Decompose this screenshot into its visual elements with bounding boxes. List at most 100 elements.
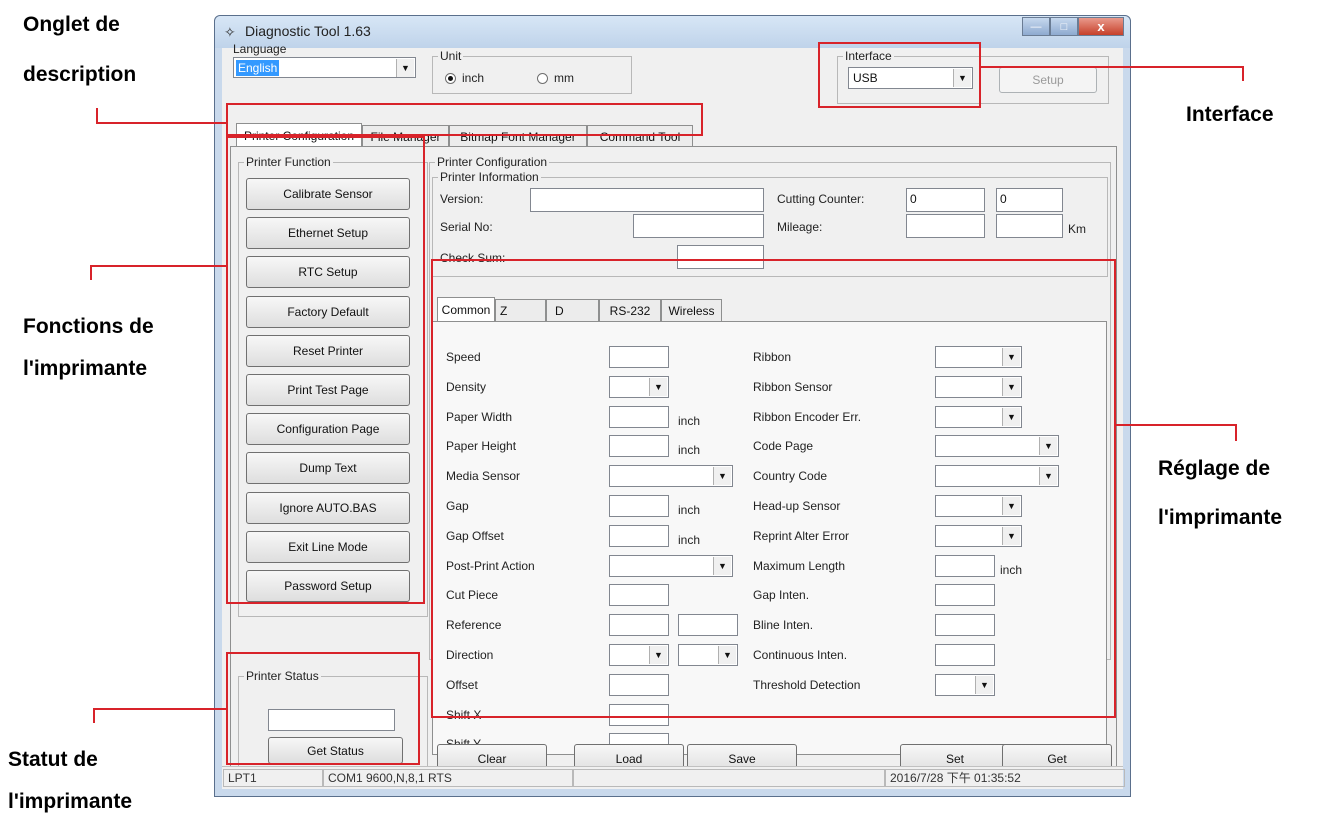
setting-input-gap[interactable] [609,495,669,517]
tab-rs232[interactable]: RS-232 [599,299,661,321]
printer-function-title: Printer Function [244,155,333,169]
setting-input-offset[interactable] [609,673,669,696]
setting-input-ribbon[interactable]: ▼ [935,346,1022,368]
printer-function-button[interactable]: Dump Text [246,452,410,485]
setting-label-shift-x: Shift X [446,707,482,722]
setting-label-gap-inten: Gap Inten. [753,588,810,603]
setting-input-max-length[interactable] [935,554,995,577]
chevron-down-icon: ▼ [718,646,736,664]
setting-input-threshold[interactable]: ▼ [935,673,995,696]
tab-d[interactable]: D [546,299,599,321]
setting-input-gap-inten[interactable] [935,584,995,607]
tab-bitmap-font-manager[interactable]: Bitmap Font Manager [449,125,587,147]
chevron-down-icon: ▼ [649,377,667,396]
interface-select[interactable]: USB ▼ [848,67,973,89]
setting-label-density: Density [446,379,487,394]
interface-label: Interface [843,49,894,63]
language-label: Language [233,42,287,56]
setting-input-reference-2[interactable] [678,614,738,637]
setting-label-offset: Offset [446,677,478,692]
chevron-down-icon: ▼ [1002,526,1020,545]
close-button[interactable]: x [1078,17,1124,36]
leader-settings-v [1235,424,1237,441]
setting-input-direction[interactable]: ▼ [609,644,669,666]
printer-function-button[interactable]: Calibrate Sensor [246,178,410,210]
chevron-down-icon: ▼ [1002,348,1020,366]
setting-label-ribbon-sensor: Ribbon Sensor [753,379,833,394]
annotation-tab-description-line2: description [23,63,137,86]
chevron-down-icon: ▼ [396,59,414,77]
setting-input-code-page[interactable]: ▼ [935,435,1059,458]
setting-label-paper-width: Paper Width [446,409,513,424]
mileage-field-1[interactable] [906,214,985,238]
setting-input-direction-2[interactable]: ▼ [678,644,738,666]
setting-label-direction: Direction [446,648,494,662]
printer-function-button[interactable]: RTC Setup [246,256,410,289]
leader-settings-h [1116,424,1237,426]
printer-function-button[interactable]: Reset Printer [246,334,410,367]
setting-input-paper-height[interactable] [609,435,669,458]
setting-label-ribbon-encoder: Ribbon Encoder Err. [753,409,862,424]
setting-input-speed[interactable] [609,346,669,368]
tab-z[interactable]: Z [495,299,546,321]
printer-function-button[interactable]: Configuration Page [246,413,410,446]
minimize-button[interactable]: — [1022,17,1050,36]
checksum-field[interactable] [677,245,764,269]
interface-setup-button[interactable]: Setup [999,67,1097,93]
mileage-unit: Km [1068,222,1086,236]
setting-input-continuous-inten[interactable] [935,644,995,666]
setting-input-media-sensor[interactable]: ▼ [609,465,733,488]
setting-input-gap-offset[interactable] [609,524,669,547]
printer-configuration-group: Printer Configuration Printer Informatio… [429,155,1111,756]
printer-function-button[interactable]: Print Test Page [246,374,410,406]
printer-information-group: Printer Information Version: Serial No: … [432,170,1108,277]
setting-input-cut-piece[interactable] [609,584,669,607]
printer-function-button[interactable]: Ignore AUTO.BAS [246,491,410,524]
setting-input-reference[interactable] [609,614,669,637]
setting-input-reprint[interactable]: ▼ [935,524,1022,547]
chevron-down-icon: ▼ [1039,467,1057,486]
setting-label-threshold: Threshold Detection [753,677,861,692]
cutting-counter-field-2[interactable]: 0 [996,188,1063,212]
get-status-button[interactable]: Get Status [268,737,403,764]
annotation-settings-line1: Réglage de [1158,457,1271,480]
mileage-field-2[interactable] [996,214,1063,238]
tab-wireless[interactable]: Wireless [661,299,722,321]
setting-unit-label: inch [678,503,701,517]
setting-input-post-print[interactable]: ▼ [609,554,733,577]
tab-command-tool[interactable]: Command Tool [587,125,693,147]
setting-input-paper-width[interactable] [609,405,669,428]
setting-label-bline-inten: Bline Inten. [753,618,814,633]
maximize-button[interactable]: □ [1050,17,1078,36]
setting-input-shift-x[interactable] [609,703,669,726]
unit-mm-radio[interactable] [537,73,548,84]
setting-label-gap: Gap [446,499,469,513]
leader-status-h [93,708,228,710]
setting-label-post-print: Post-Print Action [446,558,535,573]
setting-input-density[interactable]: ▼ [609,375,669,398]
setting-input-headup-sensor[interactable]: ▼ [935,495,1022,517]
tab-printer-configuration[interactable]: Printer Configuration [236,123,362,147]
language-select[interactable]: English ▼ [233,57,416,78]
chevron-down-icon: ▼ [649,646,667,664]
setting-input-country-code[interactable]: ▼ [935,465,1059,488]
annotation-interface: Interface [1186,103,1274,126]
setting-label-paper-height: Paper Height [446,439,517,454]
version-field[interactable] [530,188,764,212]
serial-label: Serial No: [440,220,493,234]
tab-common[interactable]: Common [437,297,495,321]
setting-unit-label: inch [678,443,701,458]
chevron-down-icon: ▼ [713,556,731,575]
setting-input-ribbon-sensor[interactable]: ▼ [935,375,1022,398]
setting-input-bline-inten[interactable] [935,614,995,637]
printer-function-button[interactable]: Password Setup [246,570,410,602]
cutting-counter-field-1[interactable]: 0 [906,188,985,212]
serial-field[interactable] [633,214,764,238]
setting-label-max-length: Maximum Length [753,558,846,573]
setting-input-ribbon-encoder[interactable]: ▼ [935,405,1022,428]
unit-inch-radio[interactable] [445,73,456,84]
tab-file-manager[interactable]: File Manager [362,125,449,147]
printer-function-button[interactable]: Factory Default [246,295,410,328]
printer-function-button[interactable]: Ethernet Setup [246,217,410,250]
printer-function-button[interactable]: Exit Line Mode [246,530,410,563]
